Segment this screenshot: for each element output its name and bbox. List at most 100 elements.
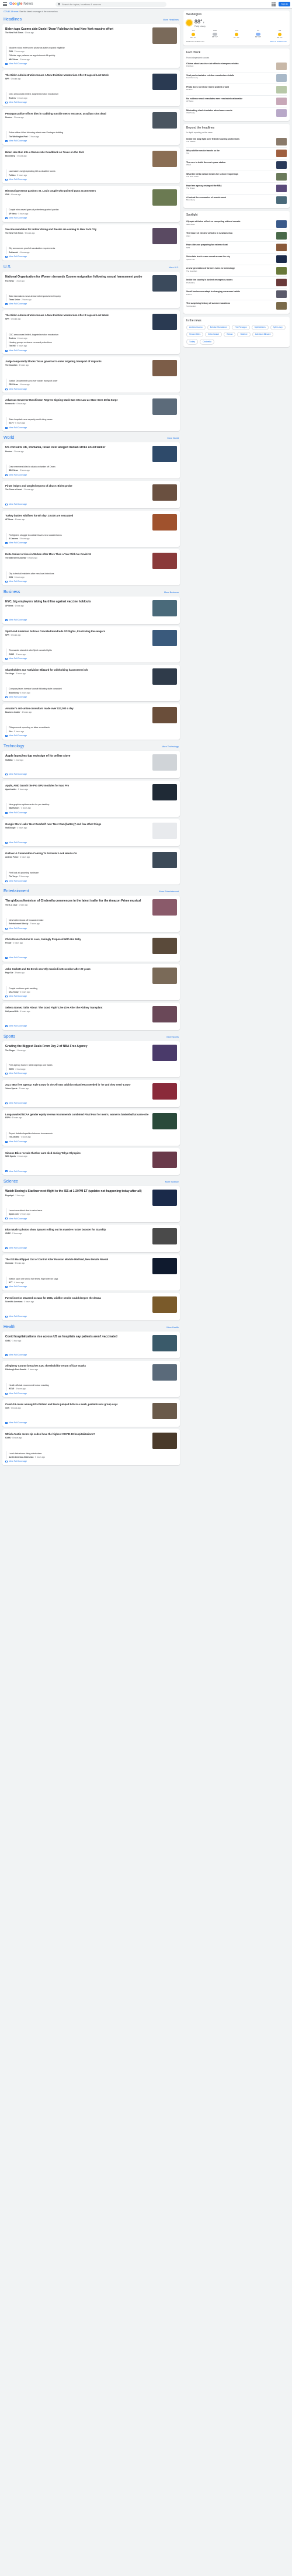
side-story[interactable]: The future of electric vehicles in rural… (186, 230, 287, 242)
side-story-thumbnail[interactable] (276, 109, 287, 117)
topic-chip[interactable]: The Pentagon (231, 324, 250, 330)
side-story[interactable]: Scientists track a rare comet across the… (186, 254, 287, 266)
related-story[interactable]: Police officer killed following attack n… (9, 131, 177, 138)
story[interactable]: The ISS Backflipped Out of Control After… (5, 1257, 177, 1275)
story-thumbnail[interactable] (152, 1083, 177, 1100)
topic-chip[interactable]: Eviction Moratorium (207, 324, 230, 330)
related-headline[interactable]: State lawmakers move ahead with impeachm… (9, 295, 177, 298)
side-story[interactable]: No evidence mask mandates were rescinded… (186, 96, 287, 108)
full-coverage-link[interactable]: View Full Coverage (5, 101, 177, 104)
story-headline[interactable]: Pentagon police officer dies in stabbing… (5, 112, 150, 115)
main-menu-icon[interactable] (3, 2, 7, 6)
related-story[interactable]: CDC announces limited, targeted eviction… (9, 92, 177, 100)
related-headline[interactable]: Police officer killed following attack n… (9, 131, 177, 134)
story-headline[interactable]: 2021 NBA free agency: Kyle Lowry is the … (5, 1083, 150, 1086)
related-story[interactable]: City announces proof-of-vaccination requ… (9, 247, 177, 254)
story-headline[interactable]: Judge temporarily blocks Texas governor'… (5, 360, 150, 363)
story-source[interactable]: Hollywood Life (5, 1010, 19, 1013)
topic-chip[interactable]: Starliner (237, 331, 251, 338)
story[interactable]: The Biden Administration Issues A New Ev… (5, 72, 177, 91)
section-title[interactable]: Headlines (4, 17, 22, 22)
story-thumbnail[interactable] (152, 314, 177, 331)
side-story-headline[interactable]: The future of electric vehicles in rural… (186, 232, 274, 234)
sign-in-button[interactable]: Sign in (279, 2, 290, 6)
story-source[interactable]: CNN (5, 193, 9, 196)
side-story-thumbnail[interactable] (276, 184, 287, 192)
full-coverage-link[interactable]: View Full Coverage (5, 1170, 177, 1173)
story-thumbnail[interactable] (152, 629, 177, 646)
story[interactable]: Apple, AMD launch the Pro GPU modules fo… (5, 783, 177, 802)
full-coverage-link[interactable]: View Full Coverage (5, 1422, 177, 1424)
side-story-headline[interactable]: A look at the economics of remote work (186, 196, 274, 199)
full-coverage-link[interactable]: View Full Coverage (5, 255, 177, 258)
related-source[interactable]: The Athletic (9, 1136, 19, 1138)
side-story[interactable]: What the Delta variant means for school … (186, 171, 287, 183)
story-thumbnail[interactable] (152, 706, 177, 723)
related-source[interactable]: USA Today (9, 991, 19, 993)
related-headline[interactable]: First look at upcoming hardware (9, 872, 177, 875)
story-headline[interactable]: Biden taps Cuomo aide Daniel 'Dean' Fule… (5, 27, 150, 31)
side-story-headline[interactable]: Inside the long fight over federal housi… (186, 138, 274, 140)
side-story-headline[interactable]: Viral post misstates eviction moratorium… (186, 74, 274, 77)
story-headline[interactable]: Delta Variant Arrives in Wuhan After Mor… (5, 553, 150, 556)
story-thumbnail[interactable] (152, 600, 177, 617)
story-source[interactable]: Fox News (5, 280, 14, 282)
section-title[interactable]: Sports (4, 1034, 15, 1039)
story-source[interactable]: Bloomberg (5, 155, 15, 157)
related-story[interactable]: Local data shows rising admissions Austin… (9, 1451, 177, 1459)
related-headline[interactable]: Free agency tracker: latest signings and… (9, 1064, 177, 1067)
topic-chip[interactable]: Kyle Lowry (270, 324, 286, 330)
story[interactable]: Paved interior steamed oceans for 2021, … (5, 1295, 177, 1314)
side-story[interactable]: Viral post misstates eviction moratorium… (186, 72, 287, 84)
story-source[interactable]: AppleInsider (5, 788, 16, 791)
section-title[interactable]: Business (4, 590, 20, 595)
story-headline[interactable]: Missouri governor pardons St. Louis coup… (5, 189, 150, 192)
topic-chip[interactable]: Delta Variant (205, 331, 223, 338)
story-source[interactable]: The Wall Street Journal (5, 557, 26, 559)
section-title[interactable]: Health (4, 1325, 15, 1330)
related-story[interactable]: Vaccine rollout enters next phase as sta… (9, 46, 177, 54)
related-source[interactable]: BBC News (9, 469, 18, 471)
section-more-link[interactable]: More World (167, 437, 179, 440)
story-thumbnail[interactable] (152, 1151, 177, 1168)
related-source[interactable]: Gothamist (9, 251, 18, 254)
story-thumbnail[interactable] (152, 1190, 177, 1206)
story-thumbnail[interactable] (152, 899, 177, 916)
related-story[interactable]: Firefighters struggle to contain blazes … (9, 533, 177, 540)
story[interactable]: Gulliver & Commodore Coming To Formula: … (5, 851, 177, 869)
story-source[interactable]: AP News (5, 605, 13, 607)
side-story-thumbnail[interactable] (276, 302, 287, 310)
section-more-link[interactable]: More Entertainment (159, 890, 179, 893)
story-thumbnail[interactable] (152, 73, 177, 90)
story[interactable]: Selena Gomez Talks About 'The Good Fight… (5, 1005, 177, 1024)
related-headline[interactable]: CDC announces limited, targeted eviction… (9, 334, 177, 337)
story-source[interactable]: The Ringer (5, 1049, 15, 1052)
related-story[interactable]: Thousands stranded after Spirit cancels … (9, 649, 177, 656)
section-more-link[interactable]: More Sports (166, 1036, 179, 1039)
full-coverage-link[interactable]: View Full Coverage (5, 1285, 177, 1288)
story-thumbnail[interactable] (152, 754, 177, 771)
related-story[interactable]: Officials urge patience as appointments … (9, 54, 177, 61)
story-headline[interactable]: Biden Has Run Into a Democratic Roadbloc… (5, 151, 150, 154)
side-story-thumbnail[interactable] (276, 232, 287, 240)
full-coverage-link[interactable]: View Full Coverage (5, 773, 177, 776)
related-story[interactable]: Filings reveal spending on labor consult… (9, 726, 177, 733)
side-story-headline[interactable]: How cities are preparing for extreme hea… (186, 244, 274, 246)
side-story-thumbnail[interactable] (276, 220, 287, 228)
story-thumbnail[interactable] (152, 398, 177, 415)
story[interactable]: Covid-19 cases among US children and tee… (5, 1402, 177, 1420)
related-story[interactable]: Launch scrubbed due to valve issue Space.… (9, 1208, 177, 1216)
related-story[interactable]: Housing groups welcome renewed protectio… (9, 340, 177, 348)
story[interactable]: Arkansas Governor Hutchinson Regrets Sig… (5, 397, 177, 416)
story-source[interactable]: NBC Sports (5, 1155, 16, 1157)
section-more-link[interactable]: More Headlines (163, 19, 179, 22)
side-story-thumbnail[interactable] (276, 196, 287, 204)
story-source[interactable]: NPR (5, 78, 9, 80)
story-headline[interactable]: Arkansas Governor Hutchinson Regrets Sig… (5, 398, 150, 401)
related-story[interactable]: Justice Department sues over border tran… (9, 379, 177, 386)
related-story[interactable]: Couple confirms quiet wedding USA Today ·… (9, 986, 177, 994)
side-story-headline[interactable]: Small businesses adapt to changing consu… (186, 290, 274, 293)
full-coverage-link[interactable]: View Full Coverage (5, 1247, 177, 1250)
full-coverage-link[interactable]: View Full Coverage (5, 542, 177, 545)
related-headline[interactable]: Couple who waved guns at protesters gran… (9, 209, 177, 212)
